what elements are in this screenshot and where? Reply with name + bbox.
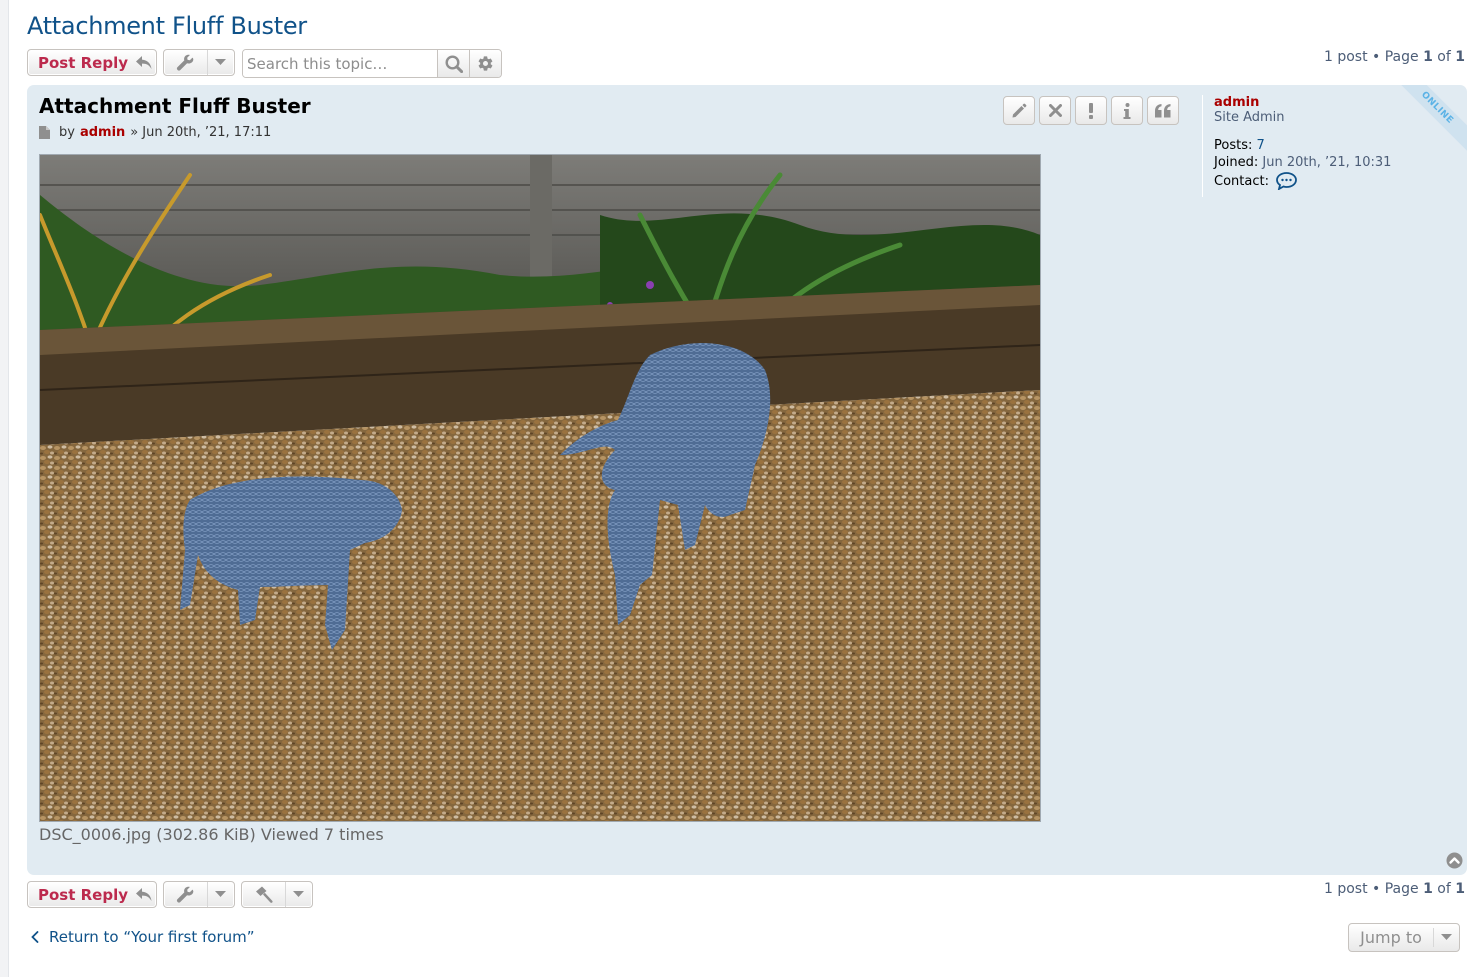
post-profile: admin Site Admin Posts: 7 Joined: Jun 20… (1202, 95, 1464, 197)
contact-label: Contact: (1214, 173, 1269, 189)
delete-icon (1048, 104, 1062, 117)
profile-rank: Site Admin (1214, 110, 1285, 125)
page-total: 1 (1455, 881, 1465, 897)
contact-icon[interactable] (1276, 172, 1297, 190)
caret-down-icon (215, 891, 227, 897)
post-reply-button[interactable]: Post Reply (27, 49, 157, 76)
chevron-left-icon (31, 931, 39, 943)
return-to-forum-link[interactable]: Return to “Your first forum” (31, 928, 255, 946)
topic-title[interactable]: Attachment Fluff Buster (27, 12, 307, 40)
post: Attachment Fluff Buster by admin » Jun 2… (27, 85, 1467, 875)
page-label: Page (1384, 49, 1419, 65)
attachment-image[interactable] (39, 154, 1041, 822)
search-button[interactable] (437, 50, 469, 77)
quote-icon (1155, 103, 1171, 117)
by-label: by (59, 125, 75, 140)
post-reply-label-bottom: Post Reply (38, 885, 128, 904)
wrench-icon (177, 54, 194, 71)
file-icon (39, 126, 50, 139)
back-to-top-button[interactable] (1446, 852, 1463, 873)
caret-down-icon (293, 891, 305, 897)
page-current: 1 (1423, 881, 1433, 897)
jump-to-button[interactable]: Jump to (1348, 923, 1460, 952)
topic-tools-button-bottom[interactable] (163, 881, 235, 908)
search-topic-input[interactable] (243, 50, 437, 77)
post-title[interactable]: Attachment Fluff Buster (39, 94, 311, 118)
post-reply-label: Post Reply (38, 53, 128, 72)
back-to-top-icon (1446, 852, 1463, 869)
page-of-label: of (1437, 881, 1451, 897)
profile-contact-row: Contact: (1214, 172, 1464, 190)
page-label: Page (1384, 881, 1419, 897)
joined-value: Jun 20th, ’21, 10:31 (1262, 155, 1392, 170)
wrench-icon (177, 886, 194, 903)
post-count: 1 post (1323, 49, 1368, 65)
pagination-bottom: 1 post • Page 1 of 1 (1324, 881, 1465, 897)
delete-button[interactable] (1039, 96, 1071, 125)
pagination-separator: • (1372, 49, 1381, 65)
search-topic-form (242, 49, 502, 78)
advanced-search-button[interactable] (469, 50, 501, 77)
attachment-caption: DSC_0006.jpg (302.86 KiB) Viewed 7 times (39, 825, 384, 844)
edit-button[interactable] (1003, 96, 1035, 125)
post-author-line: by admin » Jun 20th, ’21, 17:11 (39, 125, 271, 140)
page-of-label: of (1437, 49, 1451, 65)
report-button[interactable] (1075, 96, 1107, 125)
post-author-link[interactable]: admin (80, 125, 125, 140)
left-edge (0, 0, 9, 977)
caret-down-icon (1441, 934, 1452, 940)
caret-down-icon (215, 59, 227, 65)
posts-label: Posts: (1214, 138, 1253, 153)
quote-button[interactable] (1147, 96, 1179, 125)
moderator-tools-button[interactable] (241, 881, 313, 908)
post-count: 1 post (1323, 881, 1368, 897)
attachment-photo-graphic (40, 155, 1040, 821)
search-icon (444, 54, 463, 73)
joined-label: Joined: (1214, 155, 1259, 170)
hammer-icon (255, 886, 273, 903)
jump-to-label: Jump to (1349, 928, 1434, 947)
post-reply-button-bottom[interactable]: Post Reply (27, 881, 157, 908)
return-forum-name: “Your first forum” (123, 928, 255, 946)
report-icon (1089, 102, 1093, 119)
page-current: 1 (1423, 49, 1433, 65)
post-buttons (1003, 96, 1179, 125)
reply-icon (136, 887, 152, 901)
date-separator: » (130, 125, 139, 140)
reply-icon (136, 55, 152, 69)
info-icon (1123, 102, 1131, 119)
page-total: 1 (1455, 49, 1465, 65)
profile-posts-row: Posts: 7 (1214, 138, 1464, 153)
posts-value-link[interactable]: 7 (1257, 138, 1265, 153)
pagination-top: 1 post • Page 1 of 1 (1324, 49, 1465, 65)
gear-icon (478, 56, 493, 71)
topic-tools-button[interactable] (163, 49, 235, 76)
profile-joined-row: Joined: Jun 20th, ’21, 10:31 (1214, 155, 1464, 170)
pagination-separator: • (1372, 881, 1381, 897)
return-prefix: Return to (49, 928, 124, 946)
edit-icon (1012, 103, 1027, 117)
info-button[interactable] (1111, 96, 1143, 125)
post-date: Jun 20th, ’21, 17:11 (142, 125, 272, 140)
